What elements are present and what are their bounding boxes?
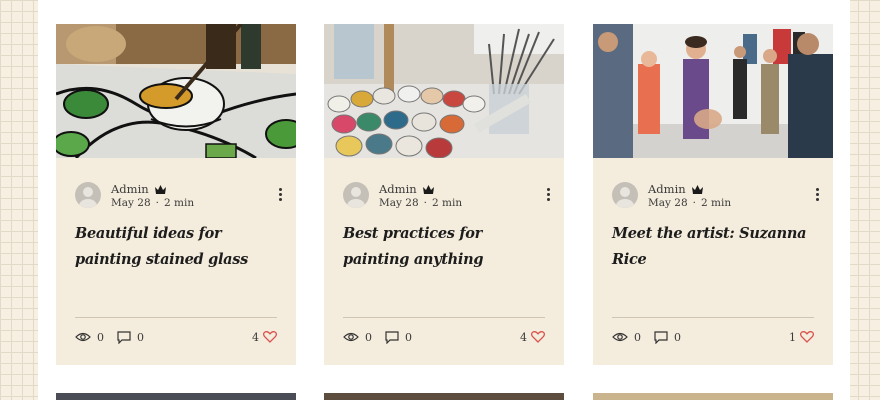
likes-count: 1 (789, 330, 796, 344)
views-stat: 0 (612, 329, 641, 345)
post-card-preview[interactable] (56, 393, 296, 400)
comment-icon (654, 330, 668, 344)
likes-count: 4 (520, 330, 527, 344)
author-name[interactable]: Admin (379, 182, 417, 196)
post-image-paint-jars[interactable] (324, 24, 564, 158)
read-time: 2 min (701, 197, 732, 209)
post-title[interactable]: Meet the artist: Suzanna Rice (612, 221, 812, 273)
post-title[interactable]: Beautiful ideas for painting stained gla… (75, 221, 275, 273)
heart-icon (531, 331, 545, 343)
author-name-row[interactable]: Admin (379, 182, 435, 197)
views-count: 0 (365, 330, 372, 344)
author-name-row[interactable]: Admin (111, 182, 167, 197)
meta-separator: · (692, 197, 696, 209)
avatar-icon[interactable] (75, 182, 101, 208)
post-stats: 0 0 1 (612, 329, 814, 345)
eye-icon (343, 332, 359, 342)
read-time: 2 min (164, 197, 195, 209)
post-meta: May 28 · 2 min (379, 197, 462, 209)
post-image-gallery[interactable] (593, 24, 833, 158)
post-card-preview[interactable] (324, 393, 564, 400)
post-author: Admin May 28 · 2 min (612, 182, 822, 212)
like-button[interactable]: 1 (789, 329, 814, 345)
comments-count: 0 (674, 330, 681, 344)
post-stats: 0 0 4 (343, 329, 545, 345)
post-card[interactable]: Admin May 28 · 2 min Beautiful ideas for p… (56, 24, 296, 365)
post-author: Admin May 28 · 2 min (75, 182, 285, 212)
post-card[interactable]: Admin May 28 · 2 min Meet the artist: Suza… (593, 24, 833, 365)
views-stat: 0 (75, 329, 104, 345)
post-meta: May 28 · 2 min (648, 197, 731, 209)
comments-stat[interactable]: 0 (385, 329, 412, 345)
like-button[interactable]: 4 (520, 329, 545, 345)
eye-icon (612, 332, 628, 342)
comments-stat[interactable]: 0 (654, 329, 681, 345)
crown-icon (423, 183, 435, 197)
post-stats: 0 0 4 (75, 329, 277, 345)
comments-stat[interactable]: 0 (117, 329, 144, 345)
post-date: May 28 (111, 197, 151, 209)
comments-count: 0 (137, 330, 144, 344)
more-icon[interactable] (812, 186, 822, 204)
avatar-icon[interactable] (612, 182, 638, 208)
heart-icon (800, 331, 814, 343)
more-icon[interactable] (543, 186, 553, 204)
comment-icon (385, 330, 399, 344)
crown-icon (692, 183, 704, 197)
eye-icon (75, 332, 91, 342)
post-image-stained-glass[interactable] (56, 24, 296, 158)
likes-count: 4 (252, 330, 259, 344)
post-date: May 28 (648, 197, 688, 209)
post-meta: May 28 · 2 min (111, 197, 194, 209)
author-name-row[interactable]: Admin (648, 182, 704, 197)
post-date: May 28 (379, 197, 419, 209)
comments-count: 0 (405, 330, 412, 344)
more-icon[interactable] (275, 186, 285, 204)
divider (75, 317, 277, 318)
like-button[interactable]: 4 (252, 329, 277, 345)
meta-separator: · (155, 197, 159, 209)
author-name[interactable]: Admin (111, 182, 149, 196)
post-title[interactable]: Best practices for painting anything (343, 221, 543, 273)
avatar-icon[interactable] (343, 182, 369, 208)
post-card-preview[interactable] (593, 393, 833, 400)
views-count: 0 (634, 330, 641, 344)
post-author: Admin May 28 · 2 min (343, 182, 553, 212)
heart-icon (263, 331, 277, 343)
comment-icon (117, 330, 131, 344)
views-stat: 0 (343, 329, 372, 345)
divider (612, 317, 814, 318)
meta-separator: · (423, 197, 427, 209)
divider (343, 317, 545, 318)
views-count: 0 (97, 330, 104, 344)
post-card[interactable]: Admin May 28 · 2 min Best practices for pa… (324, 24, 564, 365)
crown-icon (155, 183, 167, 197)
author-name[interactable]: Admin (648, 182, 686, 196)
read-time: 2 min (432, 197, 463, 209)
